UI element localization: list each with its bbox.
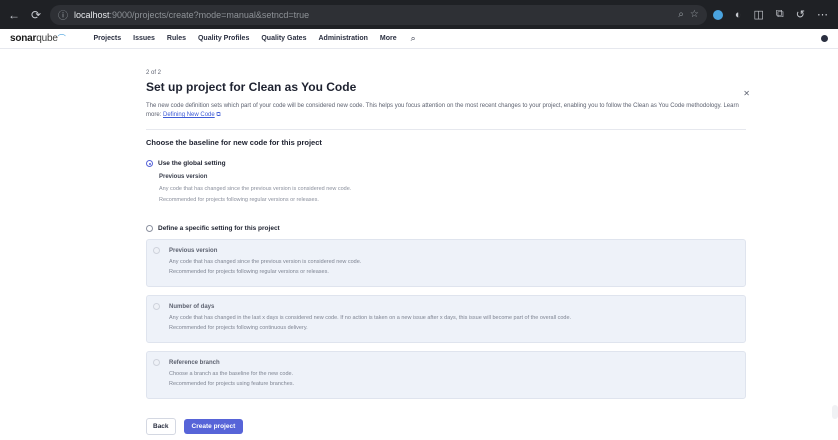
history-icon[interactable]: ↺ — [796, 8, 805, 21]
option-title: Reference branch — [169, 359, 220, 366]
sonarqube-logo[interactable]: sonarqube⌒ — [10, 33, 66, 44]
create-project-button[interactable]: Create project — [183, 419, 244, 434]
radio-disabled-icon — [153, 359, 160, 366]
nav-issues[interactable]: Issues — [133, 35, 155, 42]
radio-disabled-icon — [153, 303, 160, 310]
option-line2: Recommended for projects using feature b… — [169, 381, 295, 387]
option-title: Previous version — [169, 247, 218, 254]
avatar[interactable] — [821, 35, 828, 42]
browser-tools: ◐ ◫ ⧉ ↺ ⋯ — [712, 8, 832, 21]
nav-projects[interactable]: Projects — [94, 35, 122, 42]
global-option-line2: Recommended for projects following regul… — [159, 197, 319, 203]
browser-toolbar: ← ⟳ ⓘ localhost :9000/projects/create?mo… — [0, 0, 838, 29]
description-text: The new code definition sets which part … — [146, 103, 739, 118]
logo-text-bold: sonar — [10, 33, 37, 44]
option-line1: Any code that has changed in the last x … — [169, 315, 572, 321]
global-setting-details: Previous version Any code that has chang… — [159, 174, 746, 204]
logo-wave-icon: ⌒ — [57, 34, 66, 43]
radio-unchecked-icon[interactable] — [146, 225, 153, 232]
form-actions: Back Create project — [146, 418, 746, 435]
nav-quality-gates[interactable]: Quality Gates — [261, 35, 306, 42]
close-icon[interactable]: ✕ — [743, 89, 750, 98]
global-setting-radio[interactable]: Use the global setting — [146, 160, 746, 167]
reload-icon[interactable]: ⟳ — [28, 8, 44, 22]
global-option-title: Previous version — [159, 174, 208, 180]
extension-icon[interactable] — [712, 9, 723, 20]
star-icon[interactable]: ☆ — [690, 9, 699, 20]
back-button[interactable]: Back — [146, 418, 176, 435]
global-option-line1: Any code that has changed since the prev… — [159, 186, 352, 192]
specific-setting-radio[interactable]: Define a specific setting for this proje… — [146, 225, 746, 232]
url-host: localhost — [74, 9, 110, 20]
nav-administration[interactable]: Administration — [318, 35, 367, 42]
app-header: sonarqube⌒ Projects Issues Rules Quality… — [0, 29, 838, 49]
main-nav: Projects Issues Rules Quality Profiles Q… — [94, 33, 416, 44]
split-view-icon[interactable]: ◫ — [754, 8, 764, 21]
url-path: :9000/projects/create?mode=manual&setncd… — [109, 9, 310, 20]
option-title: Number of days — [169, 303, 215, 310]
scrollbar-thumb[interactable] — [832, 405, 838, 419]
main-content: 2 of 2 ✕ Set up project for Clean as You… — [0, 70, 838, 435]
address-bar[interactable]: ⓘ localhost :9000/projects/create?mode=m… — [50, 4, 707, 25]
option-card-previous-version[interactable]: Previous version Any code that has chang… — [146, 239, 746, 287]
option-line2: Recommended for projects following conti… — [169, 325, 308, 331]
divider — [146, 129, 746, 130]
specific-setting-label: Define a specific setting for this proje… — [158, 225, 280, 232]
radio-checked-icon[interactable] — [146, 160, 153, 167]
option-line1: Any code that has changed since the prev… — [169, 259, 362, 265]
search-icon[interactable]: ⌕ — [411, 33, 416, 44]
option-card-reference-branch[interactable]: Reference branch Choose a branch as the … — [146, 351, 746, 399]
nav-quality-profiles[interactable]: Quality Profiles — [198, 35, 249, 42]
extension-puzzle-icon[interactable]: ◐ — [735, 9, 742, 21]
option-line2: Recommended for projects following regul… — [169, 269, 329, 275]
option-card-number-of-days[interactable]: Number of days Any code that has changed… — [146, 295, 746, 343]
step-indicator: 2 of 2 — [146, 70, 162, 76]
zoom-icon[interactable]: ⌕ — [678, 9, 684, 20]
radio-disabled-icon — [153, 247, 160, 254]
menu-icon[interactable]: ⋯ — [817, 8, 828, 21]
logo-text-light: qube — [36, 33, 58, 44]
global-setting-label: Use the global setting — [158, 160, 226, 167]
back-arrow-icon[interactable]: ← — [6, 8, 22, 22]
tab-search-icon[interactable]: ⧉ — [776, 8, 784, 21]
nav-rules[interactable]: Rules — [167, 35, 186, 42]
info-icon[interactable]: ⓘ — [58, 7, 68, 22]
nav-more[interactable]: More — [380, 35, 397, 42]
external-link-icon: ⧉ — [216, 112, 221, 118]
learn-more-link[interactable]: Defining New Code — [163, 112, 215, 118]
section-title: Choose the baseline for new code for thi… — [146, 138, 322, 147]
page-description: The new code definition sets which part … — [146, 102, 746, 120]
page-title: Set up project for Clean as You Code — [146, 80, 357, 94]
option-line1: Choose a branch as the baseline for the … — [169, 371, 294, 377]
